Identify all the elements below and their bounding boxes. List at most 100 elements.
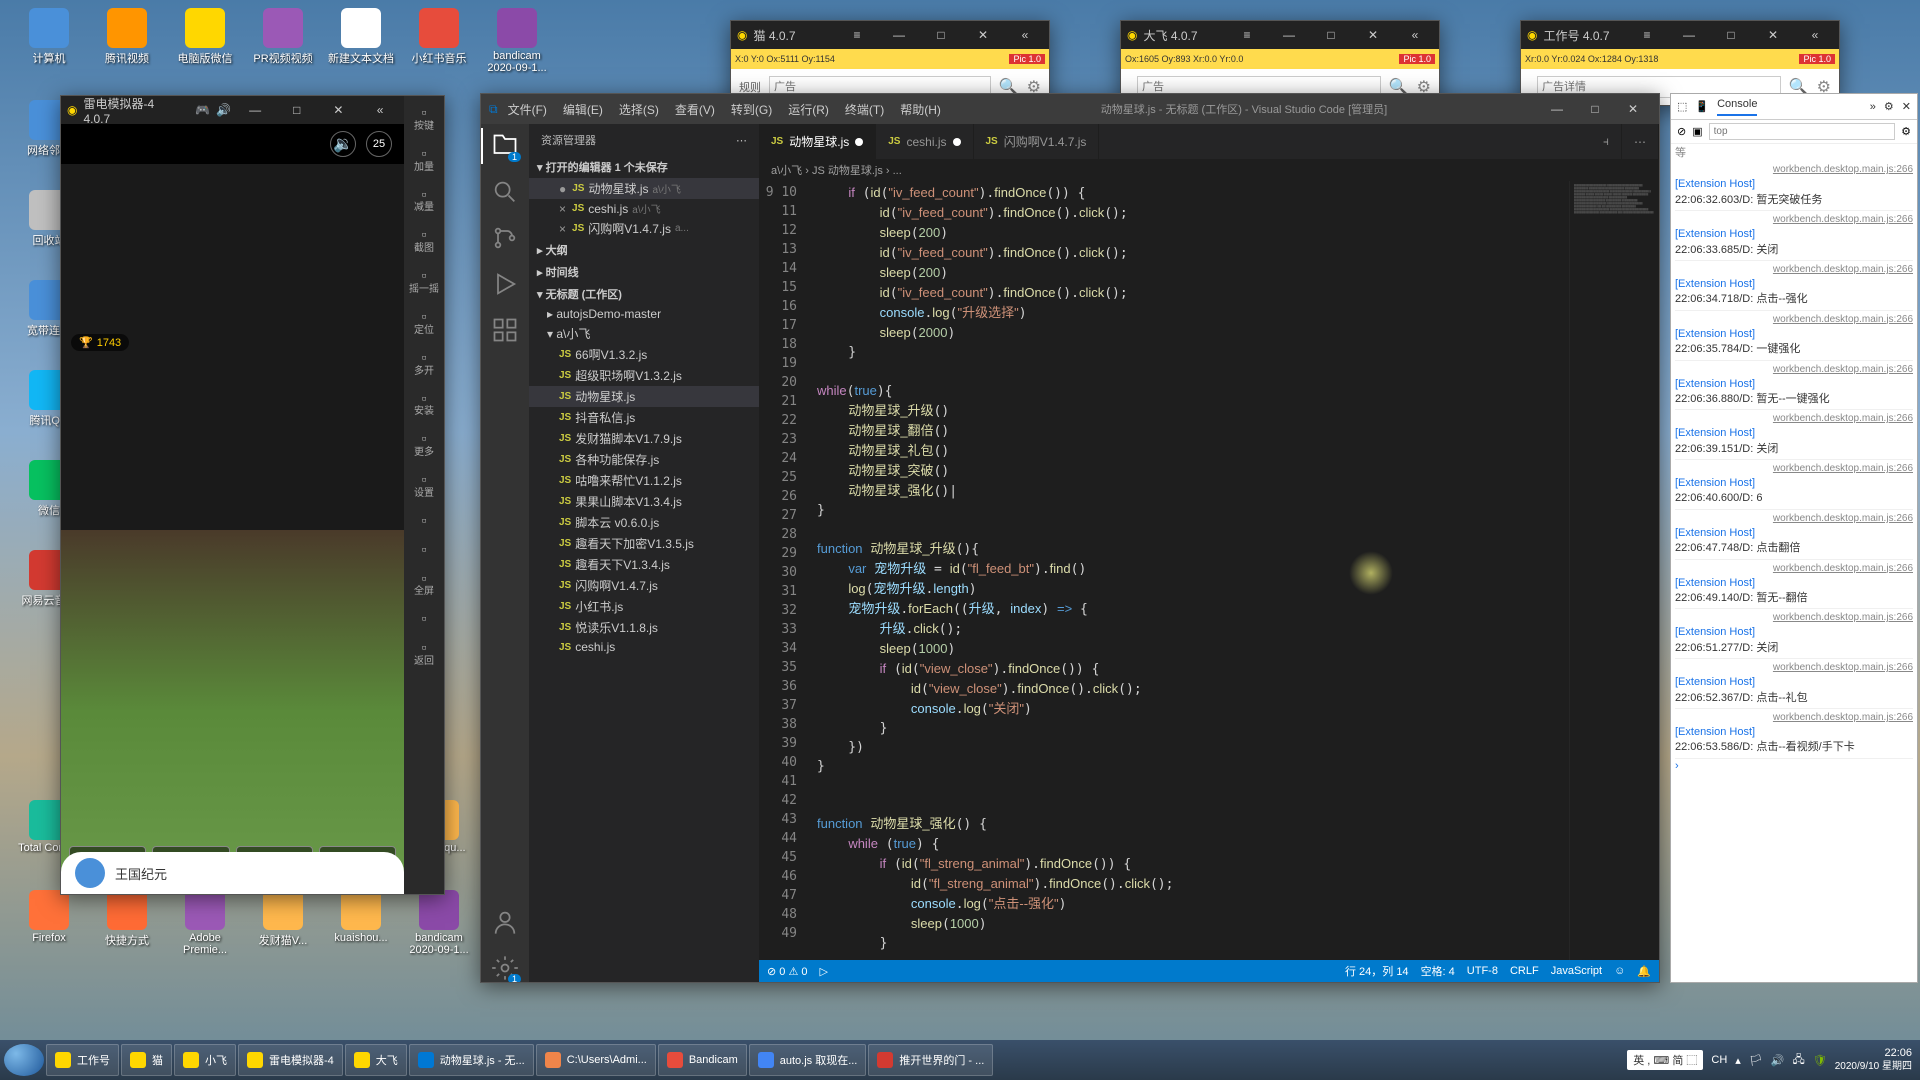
status-errors[interactable]: ⊘ 0 ⚠ 0 bbox=[767, 965, 808, 978]
file-item[interactable]: JS 超级职场啊V1.3.2.js bbox=[529, 365, 759, 386]
more-icon[interactable]: ⋯ bbox=[1622, 124, 1659, 159]
split-icon[interactable]: ⫞ bbox=[1591, 124, 1622, 159]
taskbar-item[interactable]: 大飞 bbox=[345, 1044, 407, 1076]
open-editors-header[interactable]: ▾ 打开的编辑器 1 个未保存 bbox=[529, 156, 759, 178]
menu-item[interactable]: 帮助(H) bbox=[892, 99, 949, 121]
taskbar-item[interactable]: 小飞 bbox=[174, 1044, 236, 1076]
tray-network-icon[interactable]: 🖧 bbox=[1793, 1051, 1805, 1070]
context-icon[interactable]: ▣ bbox=[1692, 125, 1702, 138]
status-eol[interactable]: CRLF bbox=[1510, 965, 1539, 977]
menu-item[interactable]: 查看(V) bbox=[667, 99, 723, 121]
app-icon[interactable] bbox=[75, 858, 105, 888]
desktop-icon[interactable]: bandicam 2020-09-1... bbox=[404, 890, 474, 956]
devtools-tab-console[interactable]: Console bbox=[1717, 98, 1757, 116]
close-button[interactable]: ✕ bbox=[1755, 23, 1791, 47]
close-button[interactable]: ✕ bbox=[1355, 23, 1391, 47]
filter-input[interactable] bbox=[1709, 123, 1896, 140]
explorer-icon[interactable]: 1 bbox=[491, 132, 519, 160]
volume-icon[interactable]: 🔊 bbox=[216, 103, 231, 117]
settings-icon[interactable]: 1 bbox=[491, 954, 519, 982]
account-icon[interactable] bbox=[491, 908, 519, 936]
status-encoding[interactable]: UTF-8 bbox=[1467, 965, 1498, 977]
emulator-side-button[interactable]: ▫定位 bbox=[414, 308, 434, 337]
minimize-button[interactable]: — bbox=[1539, 97, 1575, 121]
game-bottom-bar[interactable]: 王国纪元 bbox=[61, 852, 404, 894]
open-editor-item[interactable]: ●JS 动物星球.js a\小飞 bbox=[529, 178, 759, 199]
game-viewport[interactable] bbox=[61, 530, 404, 894]
start-button[interactable] bbox=[4, 1044, 44, 1076]
minimize-button[interactable]: — bbox=[1671, 23, 1707, 47]
notifications-icon[interactable]: 🔔 bbox=[1637, 965, 1651, 978]
emulator-side-button[interactable]: ▫减量 bbox=[414, 186, 434, 215]
menu-icon[interactable]: ≡ bbox=[1629, 23, 1665, 47]
source-control-icon[interactable] bbox=[491, 224, 519, 252]
file-item[interactable]: JS 发财猫脚本V1.7.9.js bbox=[529, 428, 759, 449]
run-debug-icon[interactable] bbox=[491, 270, 519, 298]
minimap[interactable]: ███████████████████████ ████████████████… bbox=[1569, 181, 1659, 960]
feedback-icon[interactable]: ☺ bbox=[1614, 965, 1625, 977]
menu-item[interactable]: 终端(T) bbox=[837, 99, 892, 121]
file-item[interactable]: JS 各种功能保存.js bbox=[529, 449, 759, 470]
file-item[interactable]: JS 小红书.js bbox=[529, 596, 759, 617]
close-button[interactable]: ✕ bbox=[1615, 97, 1651, 121]
clock[interactable]: 22:06 2020/9/10 星期四 bbox=[1835, 1047, 1912, 1072]
maximize-button[interactable]: □ bbox=[1713, 23, 1749, 47]
file-item[interactable]: JS 趣看天下V1.3.4.js bbox=[529, 554, 759, 575]
desktop-icon[interactable]: 计算机 bbox=[14, 8, 84, 66]
desktop-icon[interactable]: Firefox bbox=[14, 890, 84, 944]
editor-tab[interactable]: JS闪购啊V1.4.7.js bbox=[974, 124, 1100, 159]
emulator-side-button[interactable]: ▫设置 bbox=[414, 471, 434, 500]
desktop-icon[interactable]: 新建文本文档 bbox=[326, 8, 396, 66]
maximize-button[interactable]: □ bbox=[1313, 23, 1349, 47]
run-icon[interactable]: ▷ bbox=[820, 965, 828, 978]
ime-indicator[interactable]: 英 , ⌨ 简 ⬚ bbox=[1627, 1050, 1703, 1070]
file-item[interactable]: JS ceshi.js bbox=[529, 638, 759, 656]
filter-settings-icon[interactable]: ⚙ bbox=[1901, 125, 1911, 138]
status-lang[interactable]: JavaScript bbox=[1551, 965, 1602, 977]
open-editor-item[interactable]: ×JS 闪购啊V1.4.7.js a... bbox=[529, 218, 759, 239]
close-button[interactable]: ✕ bbox=[321, 98, 357, 122]
outline-header[interactable]: ▸ 大纲 bbox=[529, 239, 759, 261]
taskbar-item[interactable]: 动物星球.js - 无... bbox=[409, 1044, 534, 1076]
desktop-icon[interactable]: 快捷方式 bbox=[92, 890, 162, 948]
tray-flag-icon[interactable]: 🏳 bbox=[1749, 1054, 1763, 1067]
emulator-side-button[interactable]: ▫按键 bbox=[414, 104, 434, 133]
maximize-button[interactable]: □ bbox=[923, 23, 959, 47]
desktop-icon[interactable]: bandicam 2020-09-1... bbox=[482, 8, 552, 74]
inspect-icon[interactable]: ⬚ bbox=[1677, 100, 1687, 113]
taskbar-item[interactable]: 猫 bbox=[121, 1044, 172, 1076]
file-item[interactable]: JS 闪购啊V1.4.7.js bbox=[529, 575, 759, 596]
collapse-button[interactable]: « bbox=[1007, 23, 1043, 47]
workspace-header[interactable]: ▾ 无标题 (工作区) bbox=[529, 283, 759, 305]
desktop-icon[interactable]: 发财猫V... bbox=[248, 890, 318, 948]
file-item[interactable]: JS 趣看天下加密V1.3.5.js bbox=[529, 533, 759, 554]
menu-item[interactable]: 转到(G) bbox=[723, 99, 780, 121]
status-spaces[interactable]: 空格: 4 bbox=[1421, 963, 1455, 979]
desktop-icon[interactable]: kuaishou... bbox=[326, 890, 396, 944]
more-tabs-icon[interactable]: » bbox=[1870, 101, 1876, 113]
tray-up-icon[interactable]: ▴ bbox=[1735, 1054, 1741, 1067]
tray-volume-icon[interactable]: 🔊 bbox=[1771, 1054, 1785, 1067]
desktop-icon[interactable]: PR视频视频 bbox=[248, 8, 318, 66]
tray-lang[interactable]: CH bbox=[1711, 1054, 1727, 1066]
emulator-side-button[interactable]: ▫ bbox=[422, 512, 427, 529]
minimize-button[interactable]: — bbox=[1271, 23, 1307, 47]
taskbar-item[interactable]: 雷电模拟器-4 bbox=[238, 1044, 343, 1076]
file-item[interactable]: JS 66啊V1.3.2.js bbox=[529, 344, 759, 365]
file-item[interactable]: JS 动物星球.js bbox=[529, 386, 759, 407]
desktop-icon[interactable]: 腾讯视频 bbox=[92, 8, 162, 66]
tray-shield-icon[interactable]: 🛡 bbox=[1813, 1054, 1827, 1067]
emulator-side-button[interactable]: ▫更多 bbox=[414, 430, 434, 459]
taskbar-item[interactable]: Bandicam bbox=[658, 1044, 747, 1076]
menu-icon[interactable]: ≡ bbox=[1229, 23, 1265, 47]
desktop-icon[interactable]: 电脑版微信 bbox=[170, 8, 240, 66]
desktop-icon[interactable]: Adobe Premie... bbox=[170, 890, 240, 956]
emulator-side-button[interactable]: ▫ bbox=[422, 610, 427, 627]
minimize-button[interactable]: — bbox=[881, 23, 917, 47]
emulator-side-button[interactable]: ▫摇一摇 bbox=[409, 267, 439, 296]
maximize-button[interactable]: □ bbox=[279, 98, 315, 122]
menu-icon[interactable]: ≡ bbox=[839, 23, 875, 47]
emulator-side-button[interactable]: ▫安装 bbox=[414, 390, 434, 419]
file-item[interactable]: JS 悦读乐V1.1.8.js bbox=[529, 617, 759, 638]
device-icon[interactable]: 📱 bbox=[1695, 100, 1709, 113]
